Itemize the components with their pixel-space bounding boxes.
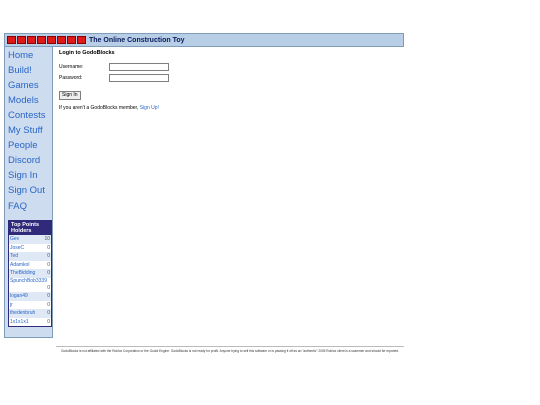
login-heading: Login to GodoBlocks — [59, 50, 115, 56]
top-points-row: Ted 0 — [9, 252, 51, 261]
sidebar-item-contests[interactable]: Contests — [8, 110, 46, 122]
top-points-name[interactable]: Adamkol — [10, 261, 29, 270]
top-points-value: 0 — [47, 244, 50, 251]
top-points-value: 10 — [44, 236, 50, 242]
sidebar-item-people[interactable]: People — [8, 140, 38, 152]
sidebar-item-discord[interactable]: Discord — [8, 155, 40, 167]
password-input[interactable] — [109, 73, 169, 82]
username-label: Username: — [59, 63, 84, 70]
logo-block — [27, 36, 36, 44]
top-points-name[interactable]: jr — [10, 301, 13, 310]
sidebar-item-build[interactable]: Build! — [8, 65, 32, 77]
top-points-name[interactable]: Ted — [10, 252, 18, 261]
sidebar-item-sign-in[interactable]: Sign In — [8, 170, 38, 182]
logo-block — [7, 36, 16, 44]
top-points-name[interactable]: thedenbruh — [10, 309, 35, 318]
top-points-row: Adamkol 0 — [9, 261, 51, 270]
top-points-name[interactable]: TheBidding — [10, 269, 35, 278]
logo-block — [67, 36, 76, 44]
top-points-value: 0 — [47, 253, 50, 260]
top-points-value: 0 — [47, 318, 50, 325]
logo-block — [57, 36, 66, 44]
top-points-row: SpunchBob3339 0 — [9, 278, 51, 292]
top-points-value: 0 — [47, 270, 50, 277]
logo-block — [37, 36, 46, 44]
sidebar-item-models[interactable]: Models — [8, 95, 39, 107]
top-points-row: TheBidding 0 — [9, 269, 51, 278]
top-points-row: thedenbruh 0 — [9, 309, 51, 318]
sidebar-item-my-stuff[interactable]: My Stuff — [8, 125, 43, 137]
site-tagline: The Online Construction Toy — [89, 36, 185, 44]
login-section: Login to GodoBlocks Username: Password: … — [59, 49, 399, 111]
signup-prompt-line: If you aren't a GodoBlocks member, Sign … — [59, 105, 399, 111]
sign-in-button[interactable]: Sign In — [59, 91, 81, 100]
top-points-title: Top Points Holders — [9, 221, 51, 235]
sidebar-item-sign-out[interactable]: Sign Out — [8, 185, 45, 197]
password-row: Password: — [59, 72, 399, 83]
site-logo[interactable] — [7, 35, 87, 45]
top-points-value: 0 — [47, 261, 50, 268]
logo-block — [47, 36, 56, 44]
top-points-name[interactable]: Gev — [10, 235, 19, 244]
top-points-row: logan49 0 — [9, 291, 51, 301]
top-points-value: 0 — [47, 292, 50, 299]
top-points-row: 1x1x1x1 0 — [9, 318, 51, 327]
username-row: Username: — [59, 61, 399, 72]
sidebar-item-faq[interactable]: FAQ — [8, 201, 27, 213]
top-points-row: Gev 10 — [9, 235, 51, 244]
logo-block — [17, 36, 26, 44]
site-header: The Online Construction Toy — [4, 33, 404, 47]
footer-divider — [56, 346, 404, 347]
sidebar-item-games[interactable]: Games — [8, 80, 39, 92]
sidebar-nav: Home Build! Games Models Contests My Stu… — [4, 47, 53, 338]
top-points-name[interactable]: 1x1x1x1 — [10, 318, 29, 327]
top-points-value: 0 — [47, 284, 50, 291]
top-points-name[interactable]: SpunchBob3339 — [10, 278, 47, 285]
top-points-value: 0 — [47, 301, 50, 308]
logo-block — [77, 36, 86, 44]
signup-prompt: If you aren't a GodoBlocks member, — [59, 105, 139, 111]
footer-disclaimer: GodoBlocks is not affiliated with the Ro… — [61, 349, 399, 353]
sign-up-link[interactable]: Sign Up! — [140, 105, 159, 111]
sidebar-item-home[interactable]: Home — [8, 50, 33, 62]
top-points-name[interactable]: logan49 — [10, 292, 28, 301]
top-points-row: jr 0 — [9, 301, 51, 310]
top-points-name[interactable]: JoseC — [10, 244, 24, 253]
top-points-panel: Top Points Holders Gev 10 JoseC 0 Ted 0 … — [8, 220, 52, 328]
username-input[interactable] — [109, 62, 169, 71]
top-points-value: 0 — [47, 310, 50, 317]
password-label: Password: — [59, 74, 83, 81]
top-points-row: JoseC 0 — [9, 244, 51, 253]
